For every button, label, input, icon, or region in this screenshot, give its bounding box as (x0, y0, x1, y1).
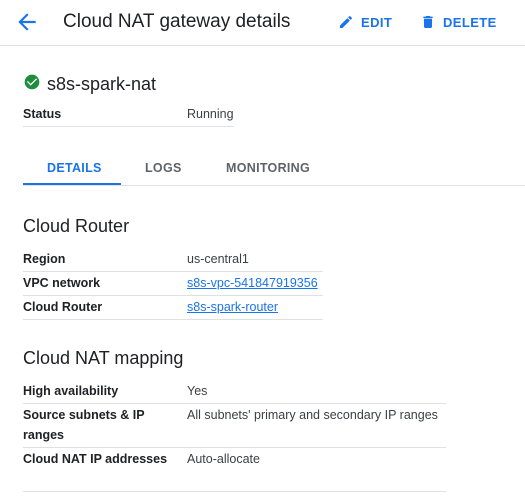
edit-button[interactable]: EDIT (338, 12, 392, 32)
region-value: us-central1 (187, 252, 249, 266)
back-arrow-icon[interactable] (14, 9, 40, 35)
tab-monitoring[interactable]: MONITORING (226, 161, 310, 175)
region-key: Region (23, 252, 66, 266)
nat-ip-addresses-key: Cloud NAT IP addresses (23, 452, 168, 466)
trash-icon (423, 16, 433, 28)
vpc-network-row: VPC network s8s-vpc-541847919356 (23, 273, 323, 296)
nat-ip-addresses-value: Auto-allocate (187, 452, 260, 466)
active-tab-indicator (23, 183, 121, 185)
delete-button[interactable]: DELETE (420, 12, 497, 32)
vpc-network-key: VPC network (23, 276, 101, 290)
cloud-router-row: Cloud Router s8s-spark-router (23, 297, 323, 320)
tab-bar: DETAILS LOGS MONITORING (23, 155, 525, 186)
edit-label: EDIT (361, 14, 393, 30)
status-row: Status Running (23, 104, 234, 127)
region-row: Region us-central1 (23, 249, 323, 272)
status-value: Running (187, 107, 234, 121)
tab-logs[interactable]: LOGS (145, 161, 182, 175)
source-subnets-value: All subnets' primary and secondary IP ra… (187, 408, 438, 422)
page-title: Cloud NAT gateway details (63, 11, 291, 32)
vpc-network-link[interactable]: s8s-vpc-541847919356 (187, 273, 318, 295)
high-availability-row: High availability Yes (23, 381, 446, 404)
gateway-header: s8s-spark-nat (24, 73, 156, 95)
check-circle-icon (24, 74, 40, 95)
pencil-icon (340, 15, 353, 28)
nat-mapping-heading: Cloud NAT mapping (23, 348, 184, 368)
delete-label: DELETE (443, 14, 497, 30)
cloud-router-heading: Cloud Router (23, 216, 130, 236)
cloud-router-link[interactable]: s8s-spark-router (187, 297, 278, 319)
nat-ip-addresses-row: Cloud NAT IP addresses Auto-allocate (23, 449, 446, 492)
high-availability-key: High availability (23, 384, 119, 398)
status-key: Status (23, 107, 62, 121)
tab-details[interactable]: DETAILS (47, 161, 102, 175)
source-subnets-row: Source subnets & IP ranges All subnets' … (23, 405, 446, 448)
cloud-router-key: Cloud Router (23, 300, 103, 314)
top-bar: Cloud NAT gateway details EDIT DELETE (0, 0, 525, 46)
high-availability-value: Yes (187, 384, 208, 398)
source-subnets-key: Source subnets & IP ranges (23, 408, 145, 442)
gateway-name: s8s-spark-nat (47, 73, 157, 94)
